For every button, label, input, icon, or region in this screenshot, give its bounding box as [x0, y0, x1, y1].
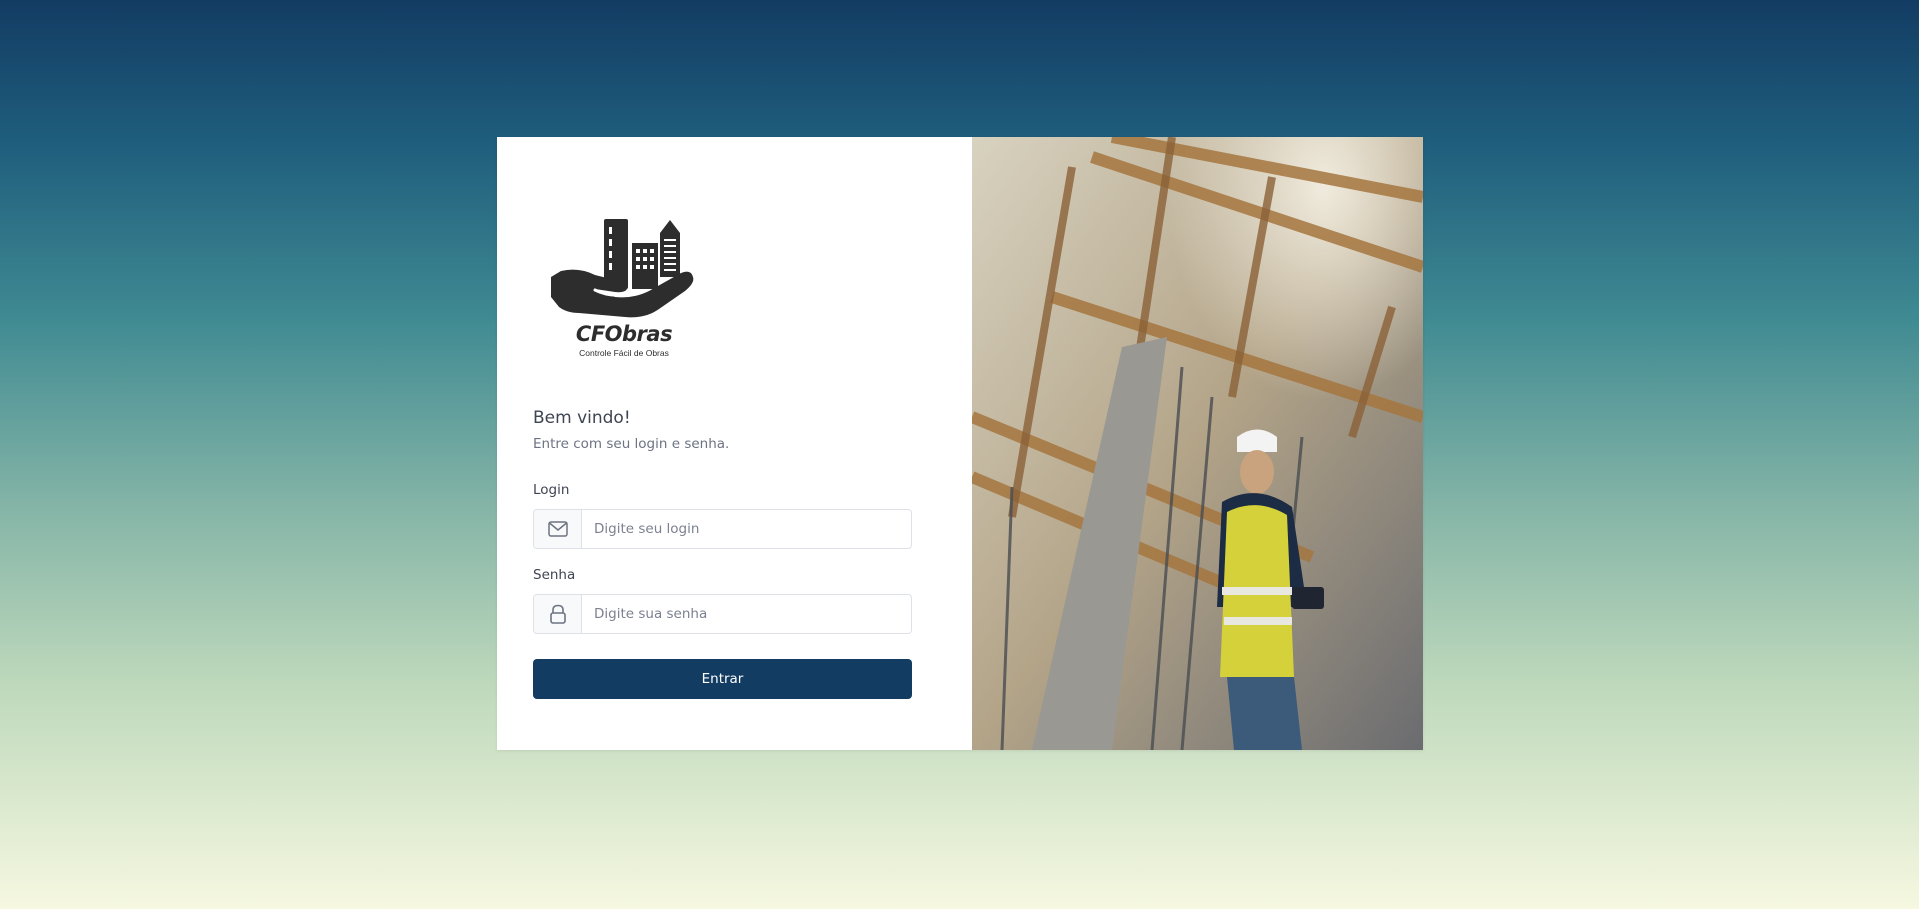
login-submit-button[interactable]: Entrar [533, 659, 912, 699]
brand-name: CFObras [575, 322, 673, 346]
hand-buildings-icon [551, 219, 694, 318]
login-card: CFObras Controle Fácil de Obras Bem vind… [497, 137, 1423, 750]
login-input-group [533, 509, 912, 549]
login-input[interactable] [582, 510, 911, 548]
brand-logo: CFObras Controle Fácil de Obras [549, 217, 699, 367]
login-label: Login [533, 482, 570, 498]
password-input[interactable] [582, 595, 911, 633]
envelope-icon [534, 510, 582, 548]
lock-icon [534, 595, 582, 633]
welcome-subheading: Entre com seu login e senha. [533, 436, 730, 452]
password-input-group [533, 594, 912, 634]
welcome-heading: Bem vindo! [533, 408, 631, 428]
login-panel: CFObras Controle Fácil de Obras Bem vind… [497, 137, 972, 750]
brand-tagline: Controle Fácil de Obras [579, 348, 669, 358]
construction-worker-image [972, 137, 1423, 750]
password-label: Senha [533, 567, 576, 583]
